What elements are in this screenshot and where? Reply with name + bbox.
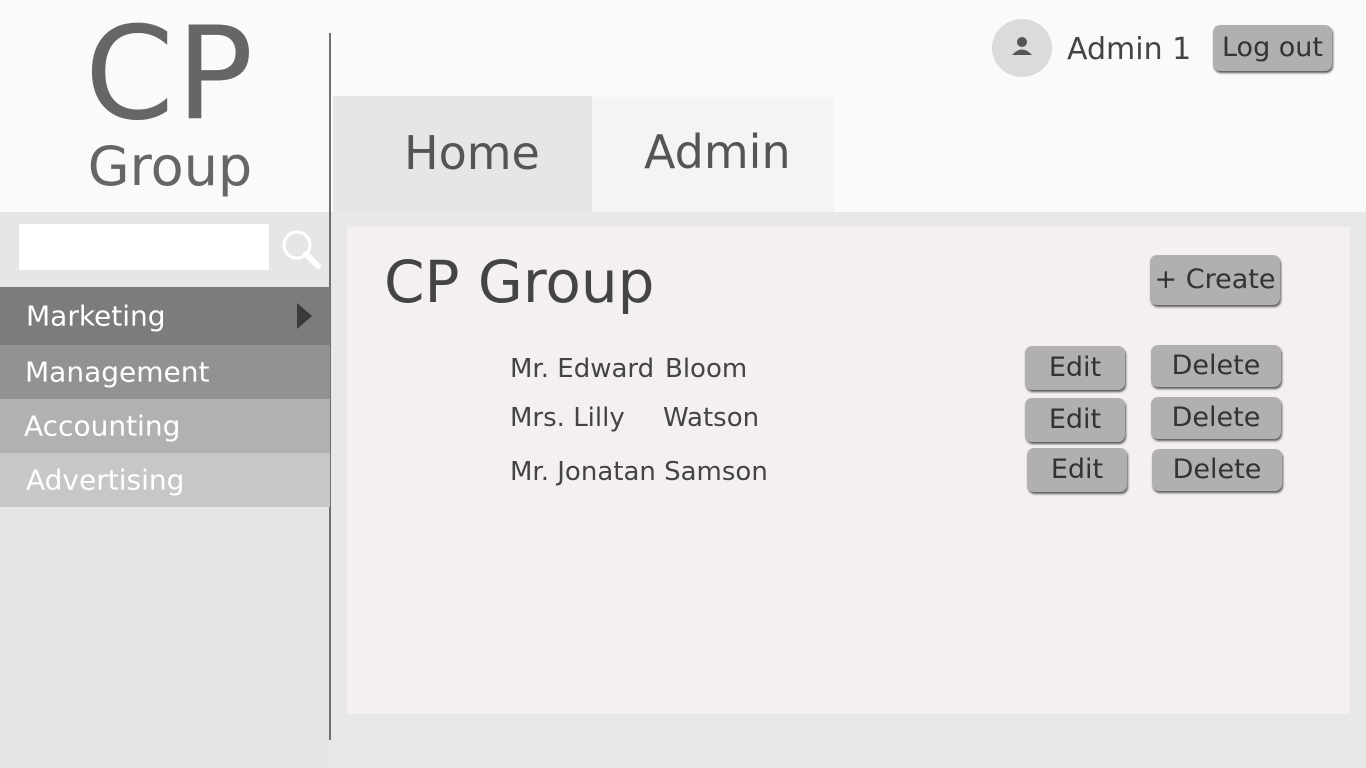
person-first-name: Mrs. Lilly <box>510 403 625 433</box>
sidebar-item-advertising[interactable]: Advertising <box>0 453 330 507</box>
person-first-name: Mr. Edward <box>510 354 655 384</box>
user-name: Admin 1 <box>1067 32 1192 67</box>
sidebar-item-accounting[interactable]: Accounting <box>0 399 330 453</box>
sidebar-item-management[interactable]: Management <box>0 345 330 399</box>
person-first-name: Mr. Jonatan Samson <box>510 457 768 487</box>
user-icon <box>1012 37 1032 55</box>
sidebar-item-label: Advertising <box>26 463 185 497</box>
sidebar-item-label: Marketing <box>26 299 166 333</box>
delete-button[interactable]: Delete <box>1151 397 1281 439</box>
logo: CP Group <box>60 10 280 205</box>
search-icon[interactable] <box>280 228 322 270</box>
sidebar-item-marketing[interactable]: Marketing <box>0 287 330 345</box>
tab-label: Home <box>404 126 540 180</box>
sidebar-item-label: Accounting <box>24 409 181 443</box>
tab-admin[interactable]: Admin <box>592 97 834 212</box>
chevron-right-icon <box>297 303 312 329</box>
search-input[interactable] <box>19 224 269 270</box>
edit-button[interactable]: Edit <box>1025 398 1125 442</box>
edit-button[interactable]: Edit <box>1025 346 1125 390</box>
tab-home[interactable]: Home <box>333 96 592 212</box>
create-button[interactable]: + Create <box>1150 255 1280 305</box>
person-last-name: Watson <box>663 403 760 433</box>
logout-button[interactable]: Log out <box>1213 25 1332 71</box>
delete-button[interactable]: Delete <box>1152 449 1282 491</box>
page-title: CP Group <box>384 248 655 316</box>
sidebar-item-label: Management <box>25 355 210 389</box>
tab-label: Admin <box>644 125 791 179</box>
edit-button[interactable]: Edit <box>1027 448 1127 492</box>
avatar[interactable] <box>992 19 1052 77</box>
person-last-name: Bloom <box>665 354 748 384</box>
logo-text-top: CP <box>84 0 256 149</box>
logo-text-bottom: Group <box>87 135 253 198</box>
delete-button[interactable]: Delete <box>1151 345 1281 387</box>
